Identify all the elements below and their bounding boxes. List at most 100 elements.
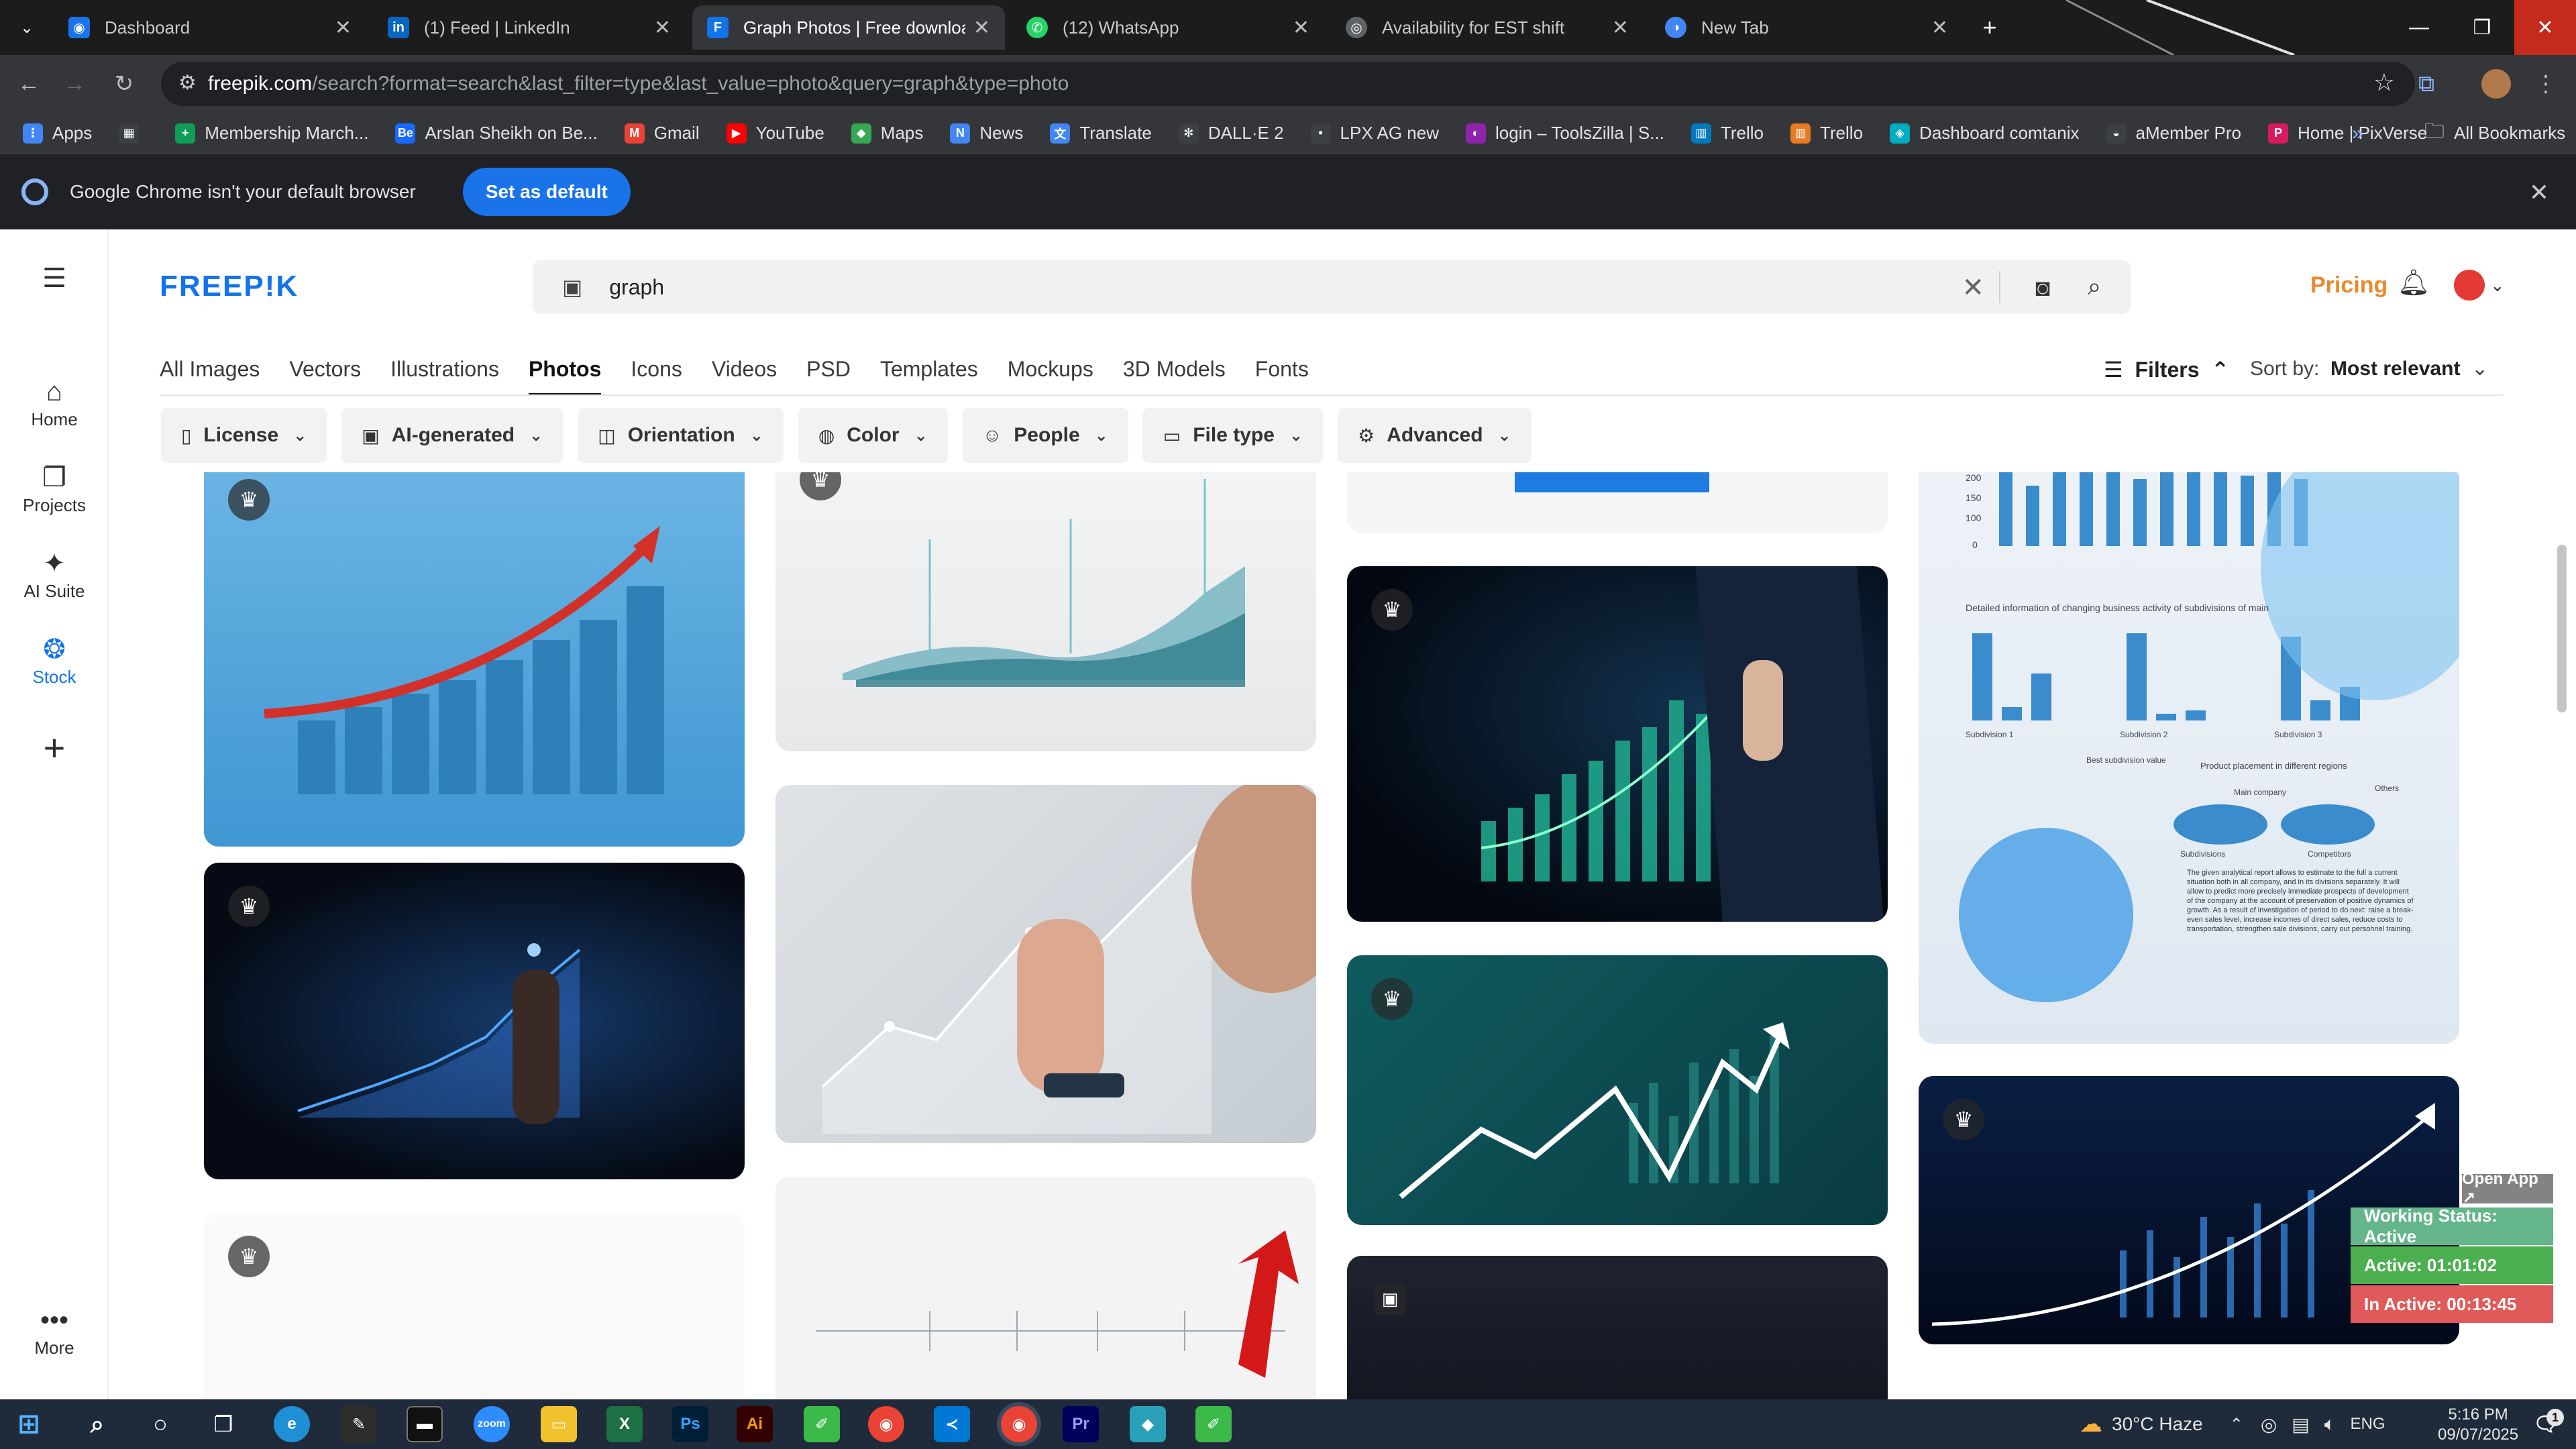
infobar-close-icon[interactable]: ✕: [2529, 178, 2549, 207]
freepik-logo[interactable]: FREEP!K: [160, 270, 299, 303]
tab-all-images[interactable]: All Images: [160, 357, 260, 396]
back-arrow-icon[interactable]: ←: [12, 67, 46, 101]
chrome-icon[interactable]: ◉: [868, 1406, 904, 1442]
bookmark-maps[interactable]: ◆ Maps: [851, 123, 923, 144]
filter-ai-generated[interactable]: ▣ AI-generated ⌄: [341, 408, 564, 463]
extensions-icon[interactable]: ⧉: [2410, 67, 2443, 101]
tab-vectors[interactable]: Vectors: [289, 357, 361, 396]
search-icon[interactable]: ⌕: [2088, 272, 2101, 301]
tab-psd[interactable]: PSD: [806, 357, 851, 396]
photo-card-white[interactable]: ♛: [204, 1213, 745, 1399]
photo-card-blue-blocks[interactable]: [1347, 472, 1888, 533]
image-type-icon[interactable]: ▣: [562, 274, 582, 300]
photo-card-digital-finger-graph[interactable]: ♛: [204, 863, 745, 1179]
site-info-icon[interactable]: ⚙: [178, 71, 197, 95]
user-avatar[interactable]: [2454, 270, 2485, 301]
filters-toggle-button[interactable]: ☰ Filters ⌃: [2104, 357, 2229, 382]
open-app-button[interactable]: Open App ↗: [2462, 1170, 2553, 1208]
premiere-icon[interactable]: Pr: [1063, 1406, 1099, 1442]
more-bookmarks-chevron-icon[interactable]: »: [2352, 122, 2363, 145]
page-scrollbar-thumb[interactable]: [2557, 545, 2567, 712]
task-view-icon[interactable]: ❐: [205, 1406, 241, 1442]
tab-freepik[interactable]: F Graph Photos | Free download ✕: [692, 5, 1005, 50]
sidebar-item-home[interactable]: ⌂ Home: [0, 374, 109, 430]
close-window-icon[interactable]: ✕: [2514, 0, 2576, 55]
bookmark-translate[interactable]: 文 Translate: [1050, 123, 1152, 144]
chevron-down-icon[interactable]: ⌄: [2490, 275, 2505, 296]
bookmark-amember[interactable]: ◒ aMember Pro: [2106, 123, 2241, 144]
windows-start-icon[interactable]: ⊞: [11, 1406, 47, 1442]
excel-icon[interactable]: X: [606, 1406, 643, 1442]
terminal-icon[interactable]: ▬: [407, 1406, 443, 1442]
notification-bell-icon[interactable]: 🔔︎: [2398, 268, 2430, 298]
photo-card-red-arrow[interactable]: [775, 1177, 1316, 1399]
tab-new-tab[interactable]: ◑ New Tab ✕: [1650, 5, 1963, 50]
new-tab-plus-icon[interactable]: +: [1959, 0, 2021, 55]
url-bar[interactable]: ⚙ freepik.com/search?format=search&last_…: [161, 62, 2415, 106]
zoom-icon[interactable]: zoom: [474, 1406, 510, 1442]
bookmark-lpx[interactable]: • LPX AG new: [1310, 123, 1439, 144]
edge-icon[interactable]: e: [274, 1406, 310, 1442]
tab-mockups[interactable]: Mockups: [1008, 357, 1093, 396]
clear-search-icon[interactable]: ✕: [1962, 272, 1984, 303]
bookmark-apps[interactable]: ⋮ Apps: [23, 123, 92, 144]
filter-orientation[interactable]: ◫ Orientation ⌄: [578, 408, 784, 463]
bookmark-pixverse[interactable]: P Home | PixVerse: [2268, 123, 2427, 144]
bookmark-toolszilla[interactable]: ◐ login – ToolsZilla | S...: [1465, 123, 1664, 144]
bookmark-dalle[interactable]: ✻ DALL·E 2: [1178, 123, 1284, 144]
vscode-icon[interactable]: ≺: [934, 1406, 970, 1442]
search-input[interactable]: graph: [609, 275, 664, 300]
tab-search-chevron-icon[interactable]: ⌄: [0, 0, 54, 55]
filter-file-type[interactable]: ▭ File type ⌄: [1142, 408, 1324, 463]
bookmark-youtube[interactable]: ▶ YouTube: [726, 123, 824, 144]
photo-card-3d-wave-graph[interactable]: ♛: [775, 472, 1316, 751]
minimize-icon[interactable]: —: [2388, 0, 2450, 55]
tab-close-icon[interactable]: ✕: [654, 16, 671, 40]
tab-whatsapp[interactable]: ✆ (12) WhatsApp ✕: [1012, 5, 1324, 50]
weather-text[interactable]: 30°C Haze: [2112, 1413, 2203, 1435]
photo-card-hand-touch-graph[interactable]: [775, 785, 1316, 1143]
bookmark-membership[interactable]: + Membership March...: [175, 123, 368, 144]
tab-availability[interactable]: ◎ Availability for EST shift ✕: [1331, 5, 1644, 50]
bookmark-trello-1[interactable]: ▥ Trello: [1690, 123, 1764, 144]
bookmark-behance[interactable]: Be Arslan Sheikh on Be...: [395, 123, 598, 144]
bookmark-star-icon[interactable]: ☆: [2373, 68, 2395, 97]
photo-card-teal-stock-chart[interactable]: ♛: [1347, 955, 1888, 1225]
tab-close-icon[interactable]: ✕: [1293, 16, 1309, 40]
photo-card-dark-room[interactable]: ▣: [1347, 1256, 1888, 1399]
app-green-icon[interactable]: ✐: [804, 1406, 840, 1442]
filter-advanced[interactable]: ⚙ Advanced ⌄: [1338, 408, 1532, 463]
sort-dropdown[interactable]: Sort by: Most relevant ⌄: [2250, 357, 2488, 380]
pricing-link[interactable]: Pricing: [2310, 272, 2387, 299]
tab-photos[interactable]: Photos: [528, 357, 602, 396]
forward-arrow-icon[interactable]: →: [58, 67, 91, 101]
filter-color[interactable]: ◍ Color ⌄: [798, 408, 948, 463]
chrome-active-icon[interactable]: ◉: [1001, 1406, 1037, 1442]
meet-icon[interactable]: ◎: [2261, 1413, 2277, 1436]
bookmark-gmail[interactable]: M Gmail: [624, 123, 700, 144]
search-bar[interactable]: ▣ graph ✕ ◙ ⌕: [533, 260, 2131, 314]
set-as-default-button[interactable]: Set as default: [462, 168, 631, 216]
tab-videos[interactable]: Videos: [712, 357, 777, 396]
tab-illustrations[interactable]: Illustrations: [390, 357, 499, 396]
app-diamond-icon[interactable]: ◆: [1130, 1406, 1166, 1442]
profile-avatar-icon[interactable]: [2479, 67, 2513, 101]
bookmark-grid[interactable]: ▦: [119, 123, 148, 144]
hidden-icons-chevron-icon[interactable]: ⌃: [2230, 1415, 2243, 1434]
search-icon[interactable]: ⌕: [79, 1406, 115, 1442]
chrome-menu-icon[interactable]: ⋮: [2529, 67, 2563, 101]
filter-people[interactable]: ☺ People ⌄: [962, 408, 1128, 463]
tab-linkedin[interactable]: in (1) Feed | LinkedIn ✕: [373, 5, 686, 50]
tab-close-icon[interactable]: ✕: [335, 16, 352, 40]
bookmark-trello-2[interactable]: ▥ Trello: [1790, 123, 1863, 144]
photo-card-3d-bar-arrow[interactable]: ♛: [204, 472, 745, 847]
all-bookmarks[interactable]: 🗀 All Bookmarks: [2424, 116, 2565, 150]
app-green-2-icon[interactable]: ✐: [1195, 1406, 1232, 1442]
filter-license[interactable]: ▯ License ⌄: [161, 408, 327, 463]
tab-fonts[interactable]: Fonts: [1255, 357, 1309, 396]
file-explorer-icon[interactable]: ▭: [541, 1406, 577, 1442]
illustrator-icon[interactable]: Ai: [737, 1406, 773, 1442]
photo-card-analytics-document[interactable]: 120 180 250 200 150 100 0 Detailed infor…: [1919, 472, 2459, 1044]
photo-card-businessman-chart[interactable]: ♛: [1347, 566, 1888, 922]
tab-close-icon[interactable]: ✕: [1612, 16, 1629, 40]
